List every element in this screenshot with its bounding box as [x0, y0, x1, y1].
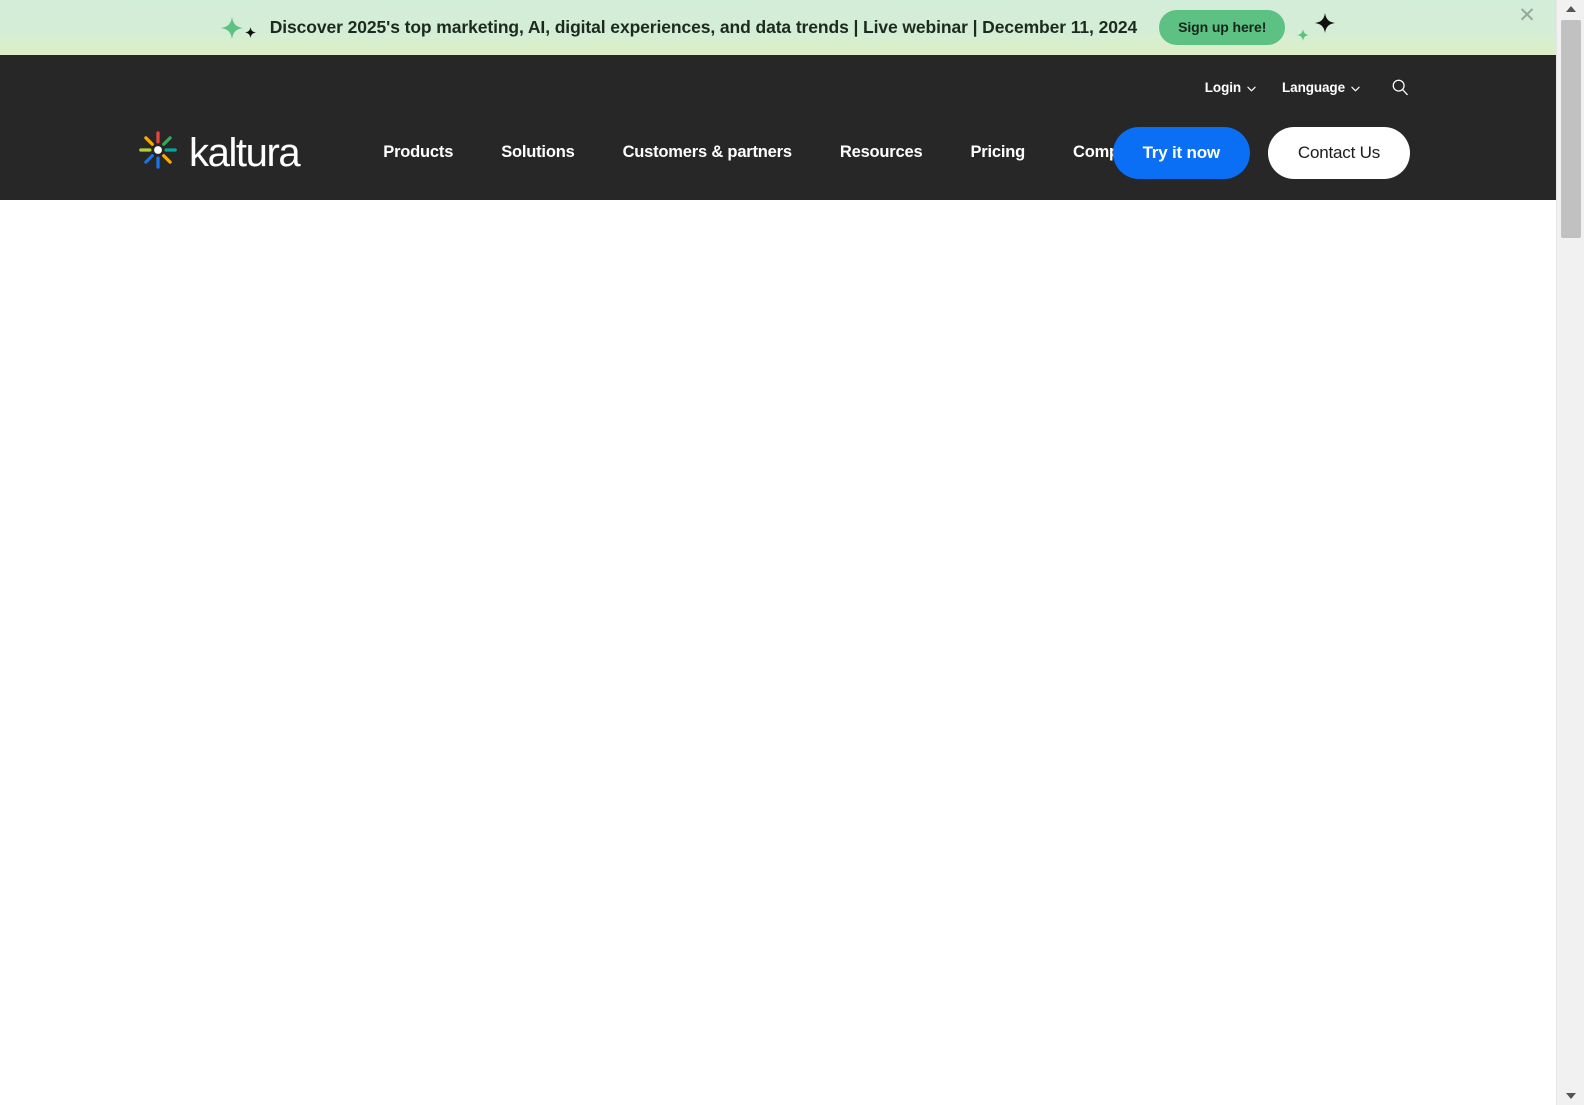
promo-close-button[interactable]: ✕: [1514, 3, 1540, 29]
header-cta-group: Try it now Contact Us: [1112, 126, 1410, 179]
utility-item-language-label: Language: [1282, 79, 1345, 95]
header-main-row: kaltura Products Solutions Customers & p…: [0, 105, 1556, 200]
promo-banner-text: Discover 2025's top marketing, AI, digit…: [269, 17, 1138, 37]
utility-item-login-label: Login: [1204, 79, 1242, 95]
utility-item-login[interactable]: Login: [1205, 80, 1256, 95]
scroll-down-arrow-icon[interactable]: [1557, 1087, 1584, 1105]
promo-banner: Discover 2025's top marketing, AI, digit…: [0, 0, 1556, 55]
page-content-area: [0, 200, 1556, 1105]
scroll-up-arrow-icon[interactable]: [1557, 0, 1584, 18]
vertical-scrollbar[interactable]: [1556, 0, 1584, 1105]
search-icon[interactable]: [1390, 77, 1410, 97]
browser-page: Discover 2025's top marketing, AI, digit…: [0, 0, 1584, 1105]
nav-item-pricing[interactable]: Pricing: [946, 133, 1049, 172]
sparkle-black-small-icon: [244, 27, 256, 38]
sparkle-green-large-icon: [220, 16, 243, 39]
sparkle-black-large-icon: [1315, 12, 1336, 33]
utility-item-language[interactable]: Language: [1282, 80, 1360, 95]
nav-item-products[interactable]: Products: [359, 133, 477, 172]
page-viewport: Discover 2025's top marketing, AI, digit…: [0, 0, 1556, 1105]
nav-item-solutions[interactable]: Solutions: [477, 133, 598, 172]
contact-us-button[interactable]: Contact Us: [1267, 126, 1410, 179]
try-it-now-button[interactable]: Try it now: [1112, 126, 1250, 179]
kaltura-burst-icon: [137, 129, 179, 176]
scrollbar-thumb[interactable]: [1561, 20, 1581, 238]
main-nav: Products Solutions Customers & partners …: [359, 133, 1171, 172]
site-header: Login Language kaltura Products Solution…: [0, 55, 1556, 200]
kaltura-logo[interactable]: kaltura: [137, 129, 301, 176]
nav-item-customers-partners[interactable]: Customers & partners: [599, 133, 816, 172]
nav-item-resources[interactable]: Resources: [816, 133, 947, 172]
kaltura-wordmark: kaltura: [189, 130, 301, 175]
chevron-down-icon: [1351, 80, 1360, 95]
utility-nav: Login Language: [1205, 77, 1410, 97]
chevron-down-icon: [1247, 80, 1256, 95]
sparkle-green-small-icon: [1297, 28, 1310, 41]
promo-signup-button[interactable]: Sign up here!: [1159, 10, 1286, 45]
promo-banner-content: Discover 2025's top marketing, AI, digit…: [220, 10, 1336, 45]
